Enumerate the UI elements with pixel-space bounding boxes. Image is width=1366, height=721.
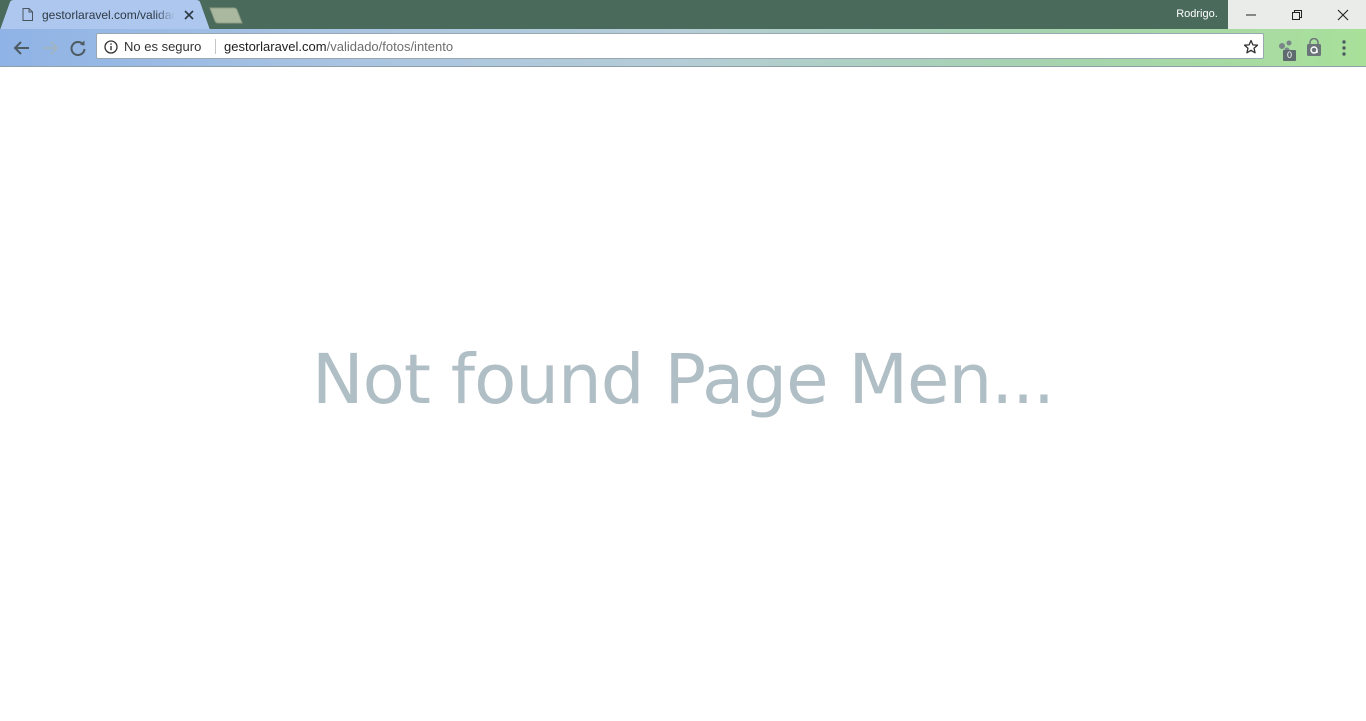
back-arrow-icon[interactable] xyxy=(12,38,32,58)
url-path: /validado/fotos/intento xyxy=(326,39,454,54)
restore-icon xyxy=(1292,10,1302,20)
tab-title: gestorlaravel.com/validado/fotos/intento xyxy=(42,8,175,22)
forward-arrow-icon[interactable] xyxy=(40,38,60,58)
new-tab-button[interactable] xyxy=(206,7,244,24)
document-icon xyxy=(22,8,33,21)
restore-button[interactable] xyxy=(1274,0,1320,29)
close-window-button[interactable] xyxy=(1320,0,1366,29)
shopping-bag-extension-icon[interactable] xyxy=(1304,38,1324,58)
menu-kebab-icon[interactable] xyxy=(1335,38,1353,58)
security-label[interactable]: No es seguro xyxy=(124,39,201,54)
browser-tab-active[interactable]: gestorlaravel.com/validado/fotos/intento xyxy=(0,0,210,30)
browser-toolbar: No es seguro gestorlaravel.com/validado/… xyxy=(0,29,1366,67)
url-host: gestorlaravel.com xyxy=(224,39,327,54)
omnibox-separator xyxy=(215,39,216,54)
not-found-message: Not found Page Men... xyxy=(311,340,1055,420)
address-bar[interactable]: No es seguro gestorlaravel.com/validado/… xyxy=(96,33,1264,59)
bookmark-star-icon[interactable] xyxy=(1243,39,1259,55)
title-bar: gestorlaravel.com/validado/fotos/intento… xyxy=(0,0,1366,30)
minimize-icon xyxy=(1246,14,1256,16)
close-icon xyxy=(1337,9,1349,21)
extension-badge: 0 xyxy=(1283,50,1296,61)
info-icon[interactable] xyxy=(104,40,118,54)
tab-close-icon[interactable] xyxy=(183,9,195,21)
profile-button[interactable]: Rodrigo. xyxy=(1168,0,1226,29)
reload-icon[interactable] xyxy=(68,38,88,58)
minimize-button[interactable] xyxy=(1228,0,1274,29)
url-text[interactable]: gestorlaravel.com/validado/fotos/intento xyxy=(224,39,453,54)
